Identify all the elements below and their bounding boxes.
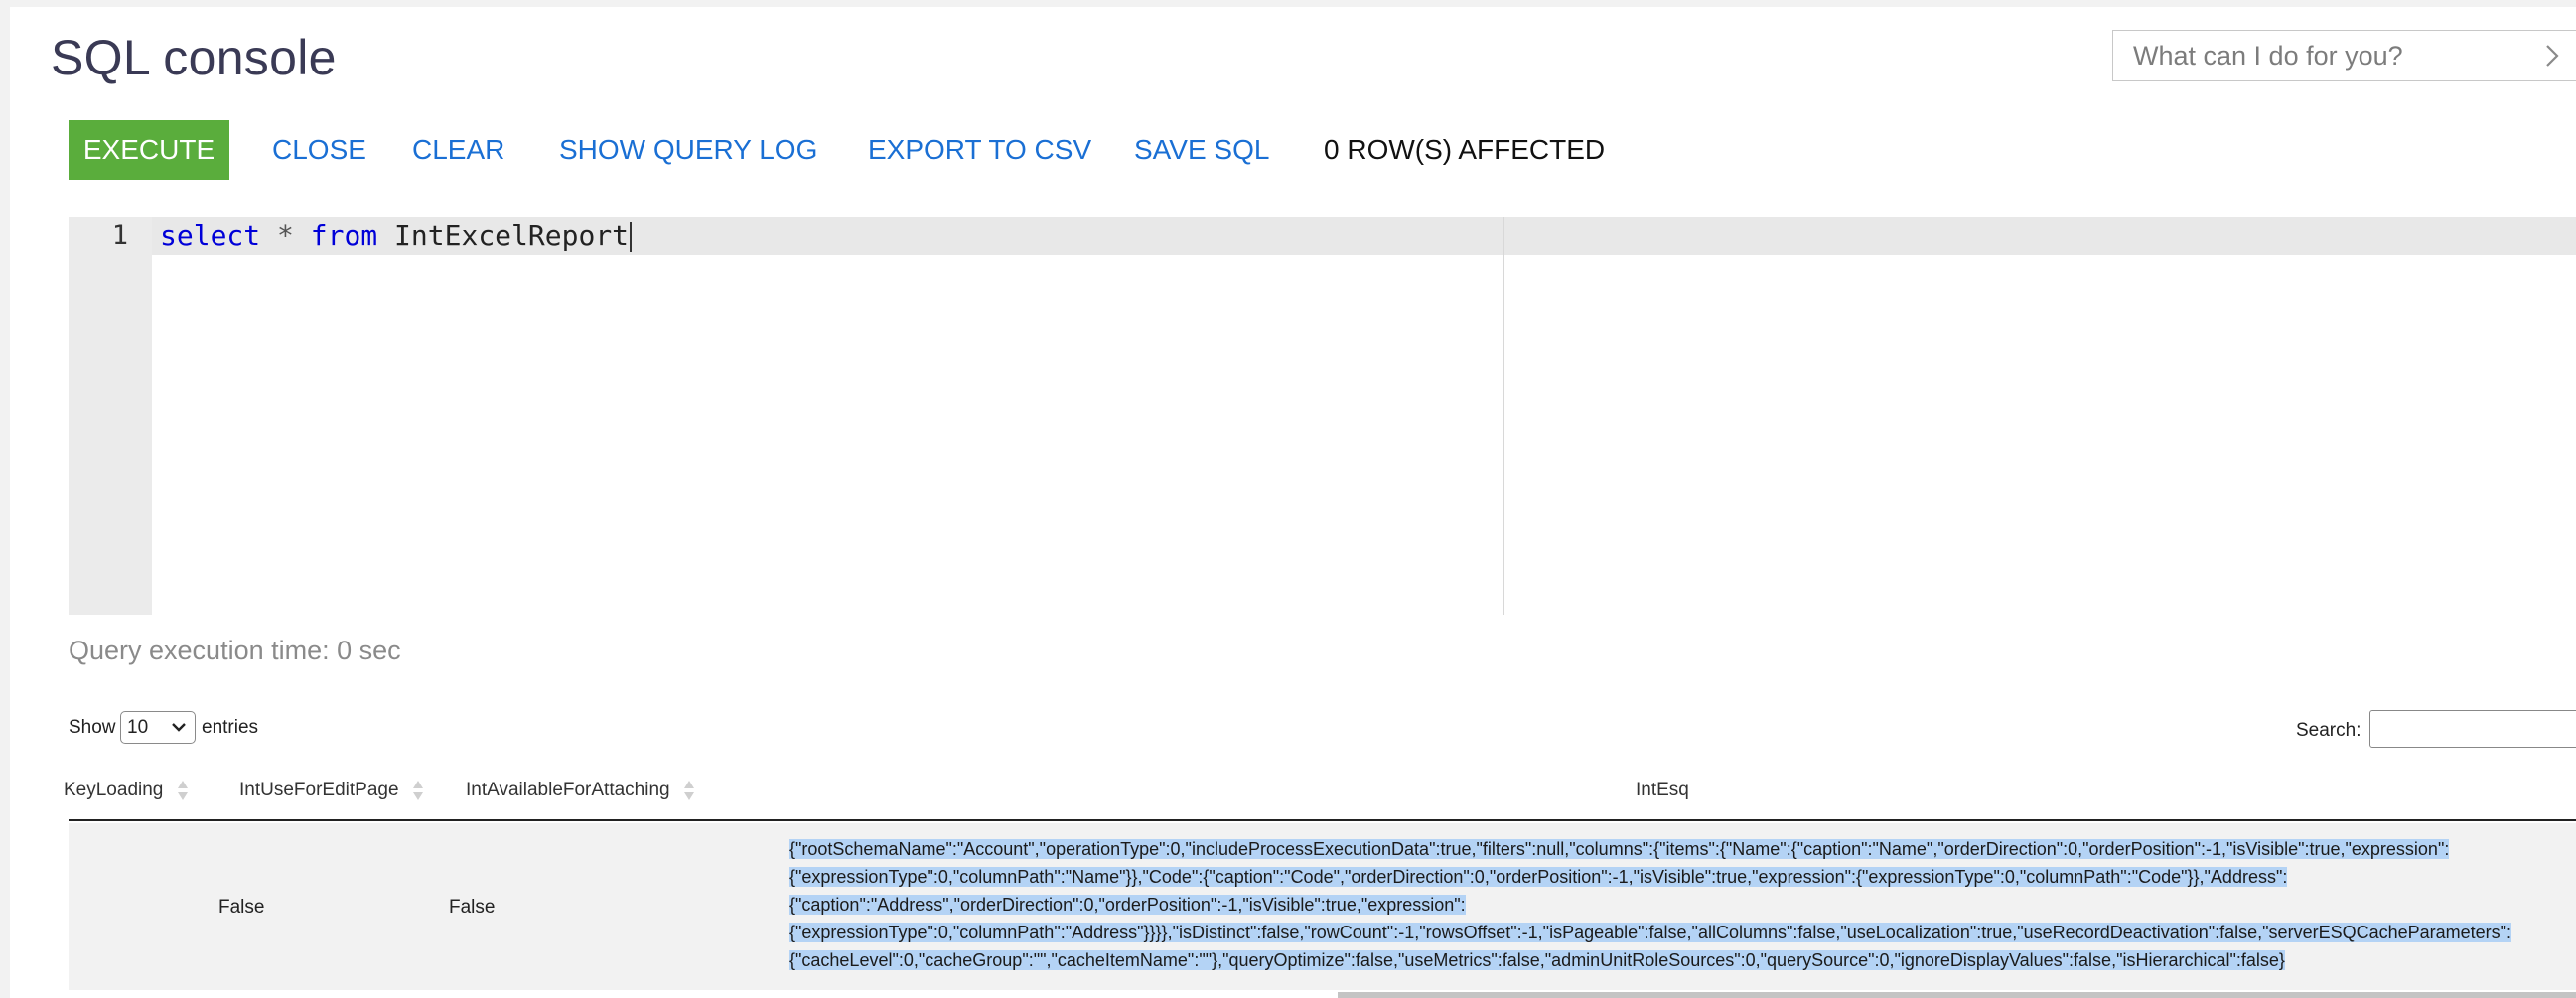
assistant-search-input[interactable] [2113,31,2530,80]
column-header-keyloading[interactable]: KeyLoading [64,760,189,821]
json-line: {"cacheLevel":0,"cacheGroup":"","cacheIt… [789,950,2285,970]
clear-button[interactable]: CLEAR [412,120,504,180]
export-to-csv-button[interactable]: EXPORT TO CSV [868,120,1091,180]
sort-icon[interactable] [177,779,189,802]
horizontal-scrollbar-thumb[interactable] [1338,992,2576,998]
close-button[interactable]: CLOSE [272,120,366,180]
page-title: SQL console [51,30,337,85]
json-line: {"rootSchemaName":"Account","operationTy… [789,839,2450,859]
save-sql-button[interactable]: SAVE SQL [1134,120,1269,180]
text-cursor [630,222,633,252]
keyword-from: from [310,219,378,252]
operator-star: * [277,219,294,252]
column-header-label: IntEsq [1636,780,1689,800]
sql-editor[interactable]: 1 select * from IntExcelReport [69,217,2576,615]
show-query-log-button[interactable]: SHOW QUERY LOG [559,120,817,180]
cell-intuseforeditpage: False [218,897,265,918]
editor-gutter: 1 [69,217,152,615]
line-number: 1 [111,220,128,251]
column-header-label: IntAvailableForAttaching [466,780,670,800]
column-header-intuseforeditpage[interactable]: IntUseForEditPage [239,760,424,821]
json-line: {"expressionType":0,"columnPath":"Addres… [789,923,2512,942]
page-size-value: 10 [127,717,149,738]
grid-search-input[interactable] [2369,710,2576,748]
results-table-header: KeyLoading IntUseForEditPage IntAvailabl… [64,760,2576,821]
json-line: {"expressionType":0,"columnPath":"Name"}… [789,867,2288,887]
column-header-label: KeyLoading [64,780,164,800]
table-identifier: IntExcelReport [394,219,630,252]
sql-console-panel: SQL console EXECUTE CLOSE CLEAR SHOW QUE… [10,7,2576,998]
code-line[interactable]: select * from IntExcelReport [160,217,633,255]
grid-search-label: Search: [2296,720,2361,741]
cell-intavailableforattaching: False [449,897,496,918]
column-header-intavailableforattaching[interactable]: IntAvailableForAttaching [466,760,695,821]
entries-label: entries [202,717,259,738]
column-header-label: IntUseForEditPage [239,780,399,800]
column-header-intesq[interactable]: IntEsq [1636,760,1689,821]
query-execution-time: Query execution time: 0 sec [69,636,401,665]
sort-icon[interactable] [412,779,424,802]
rows-affected-status: 0 ROW(S) AFFECTED [1324,134,1606,165]
assistant-search-box[interactable] [2112,30,2576,81]
chevron-down-icon [172,723,186,732]
execute-button[interactable]: EXECUTE [69,120,229,180]
cell-intesq[interactable]: {"rootSchemaName":"Account","operationTy… [789,835,2576,974]
table-row[interactable]: False False {"rootSchemaName":"Account",… [69,823,2576,990]
json-line: {"caption":"Address","orderDirection":0,… [789,895,1466,915]
print-margin [1503,217,1504,615]
keyword-select: select [160,219,261,252]
chevron-right-icon[interactable] [2538,42,2566,70]
sort-icon[interactable] [683,779,695,802]
show-label: Show [69,717,116,738]
page-size-select[interactable]: 10 [120,711,196,744]
